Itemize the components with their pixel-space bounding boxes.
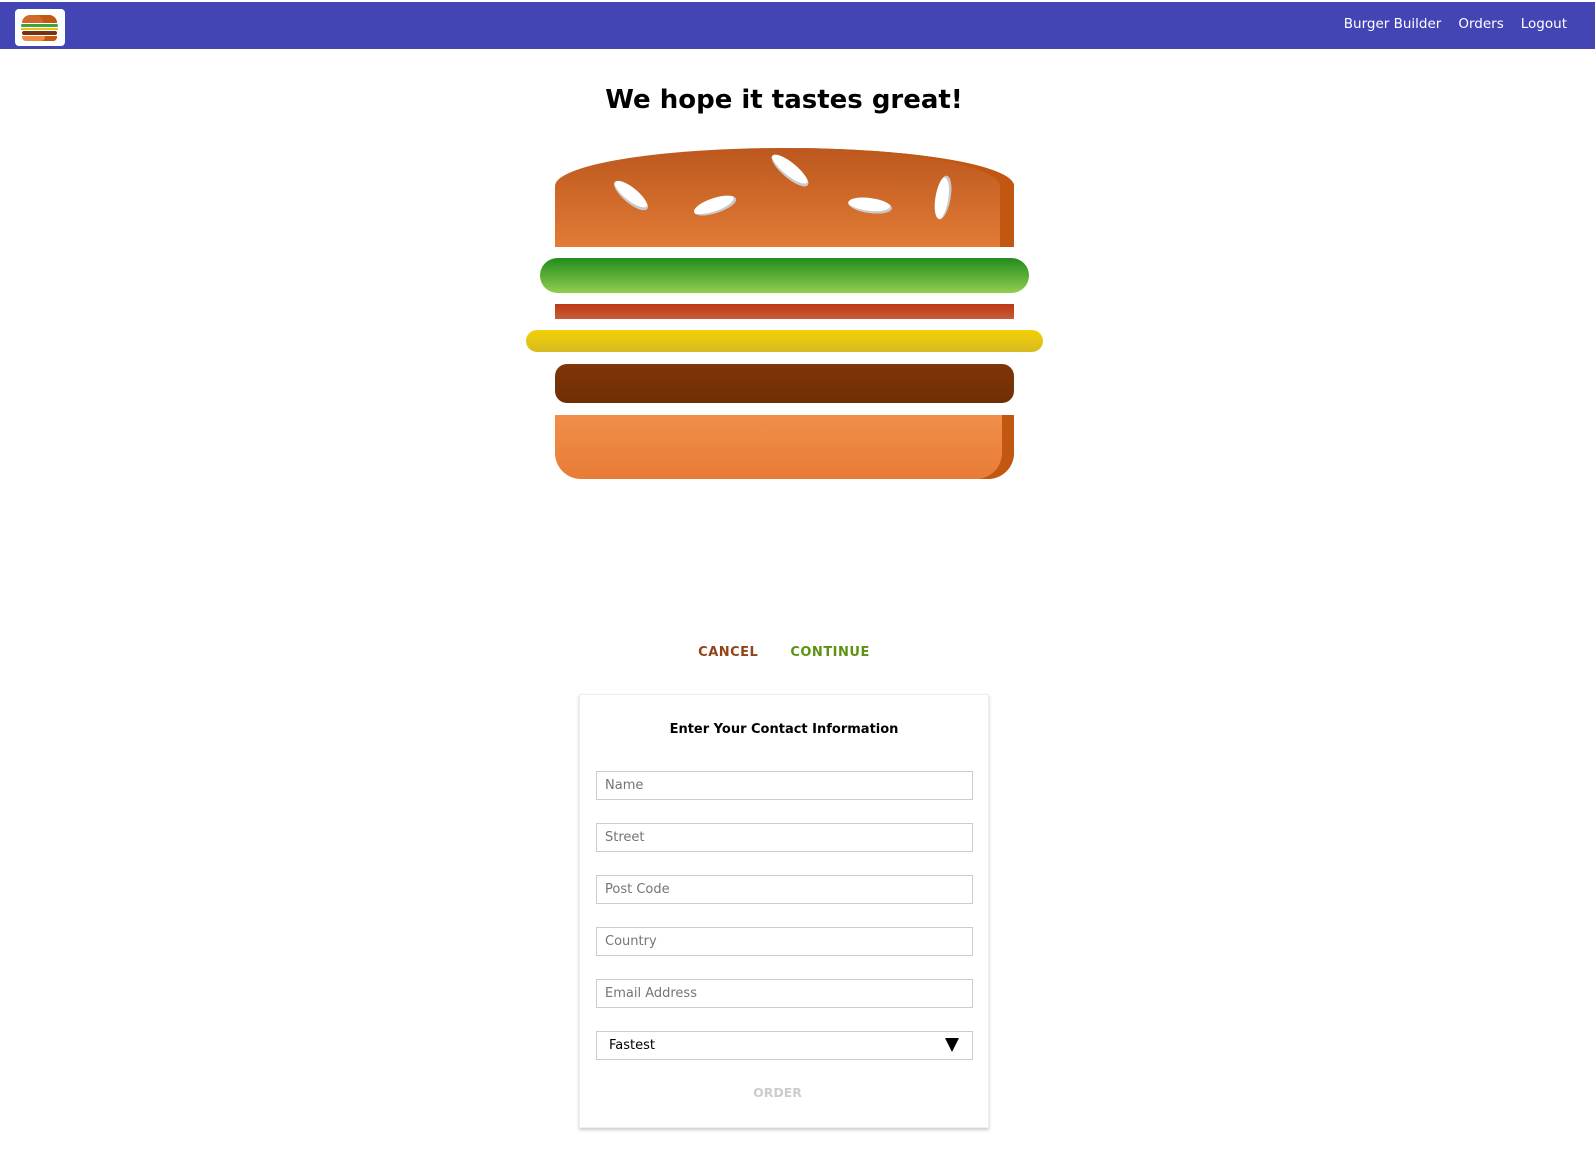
post-code-input[interactable] [596,875,973,904]
name-input[interactable] [596,771,973,800]
burger-meat [555,364,1014,403]
dropdown-arrow-icon [945,1038,959,1052]
contact-form-card: Enter Your Contact Information Fastest O… [579,694,989,1128]
continue-button[interactable]: CONTINUE [790,645,870,660]
burger-bread-bottom [555,415,1014,479]
burger-preview [0,0,1568,500]
burger-salad [540,258,1029,293]
delivery-method-value: Fastest [609,1038,655,1053]
cancel-button[interactable]: CANCEL [698,645,758,660]
delivery-method-select[interactable]: Fastest [596,1031,973,1060]
burger-bacon [555,304,1014,319]
order-button[interactable]: ORDER [580,1085,975,1100]
contact-form-heading: Enter Your Contact Information [669,722,899,737]
street-input[interactable] [596,823,973,852]
burger-cheese [526,330,1043,352]
burger-bread-top [555,148,1014,247]
email-input[interactable] [596,979,973,1008]
checkout-actions: CANCEL CONTINUE [0,645,1568,660]
country-input[interactable] [596,927,973,956]
